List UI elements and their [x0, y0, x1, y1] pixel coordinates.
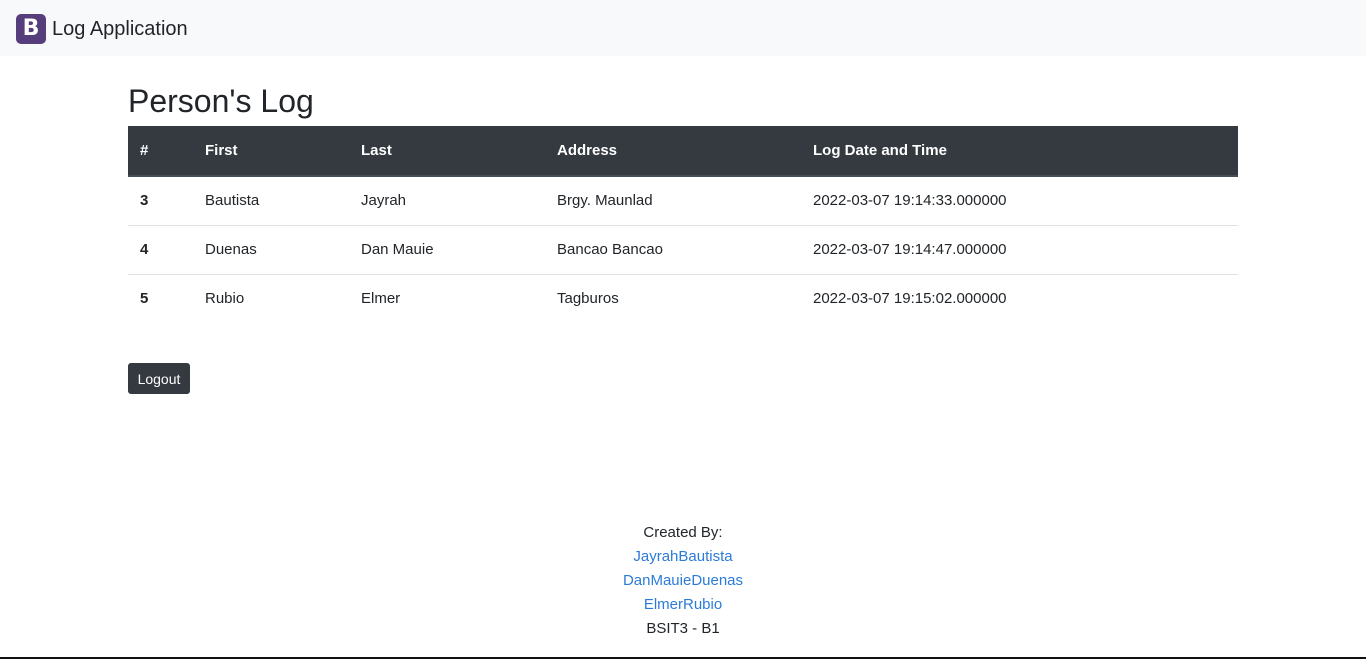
author-link-danmauie[interactable]: DanMauieDuenas: [0, 569, 1366, 593]
footer: Created By: JayrahBautista DanMauieDuena…: [0, 521, 1366, 641]
cell-address: Tagburos: [557, 290, 619, 308]
table-row: 3 Bautista Jayrah Brgy. Maunlad 2022-03-…: [128, 176, 1238, 226]
cell-last: Dan Mauie: [349, 225, 545, 275]
cell-last: Elmer: [361, 290, 401, 308]
table-row: 4 Duenas Dan Mauie Bancao Bancao 2022-03…: [128, 225, 1238, 275]
cell-num: 5: [140, 290, 149, 308]
table-header: # First Last Address Log Date and Time: [128, 126, 1238, 177]
page-title: Person's Log: [128, 83, 314, 119]
navbar-brand[interactable]: B Log Application: [16, 14, 188, 44]
table-row: 5 Rubio Elmer Tagburos 2022-03-07 19:15:…: [128, 274, 1238, 323]
section-label: BSIT3 - B1: [646, 620, 720, 637]
header-address: Address: [545, 126, 801, 177]
cell-log-datetime: 2022-03-07 19:14:33.000000: [801, 176, 1238, 226]
author-link-jayrah[interactable]: JayrahBautista: [0, 545, 1366, 569]
cell-first: Bautista: [193, 176, 349, 226]
cell-last: Jayrah: [349, 176, 545, 226]
brand-text: Log Application: [52, 18, 188, 40]
header-last: Last: [349, 126, 545, 177]
cell-address: Bancao Bancao: [545, 225, 801, 275]
header-first: First: [193, 126, 349, 177]
author-link-elmer[interactable]: ElmerRubio: [0, 593, 1366, 617]
header-log-datetime: Log Date and Time: [801, 126, 1238, 177]
cell-first: Rubio: [205, 290, 245, 308]
logout-button[interactable]: Logout: [128, 363, 190, 394]
header-num: #: [128, 126, 193, 177]
cell-first: Duenas: [193, 225, 349, 275]
cell-num: 3: [128, 176, 193, 226]
table-body: 3 Bautista Jayrah Brgy. Maunlad 2022-03-…: [128, 176, 1238, 323]
navbar: B Log Application: [0, 0, 1366, 56]
cell-num: 4: [128, 225, 193, 275]
cell-log-datetime: 2022-03-07 19:15:02.000000: [813, 290, 1007, 308]
cell-address: Brgy. Maunlad: [545, 176, 801, 226]
cell-log-datetime: 2022-03-07 19:14:47.000000: [801, 225, 1238, 275]
bootstrap-logo-icon: B: [16, 14, 46, 44]
header-row: # First Last Address Log Date and Time: [128, 126, 1238, 177]
log-table: # First Last Address Log Date and Time 3…: [128, 126, 1238, 323]
created-by-label: Created By:: [643, 524, 723, 541]
